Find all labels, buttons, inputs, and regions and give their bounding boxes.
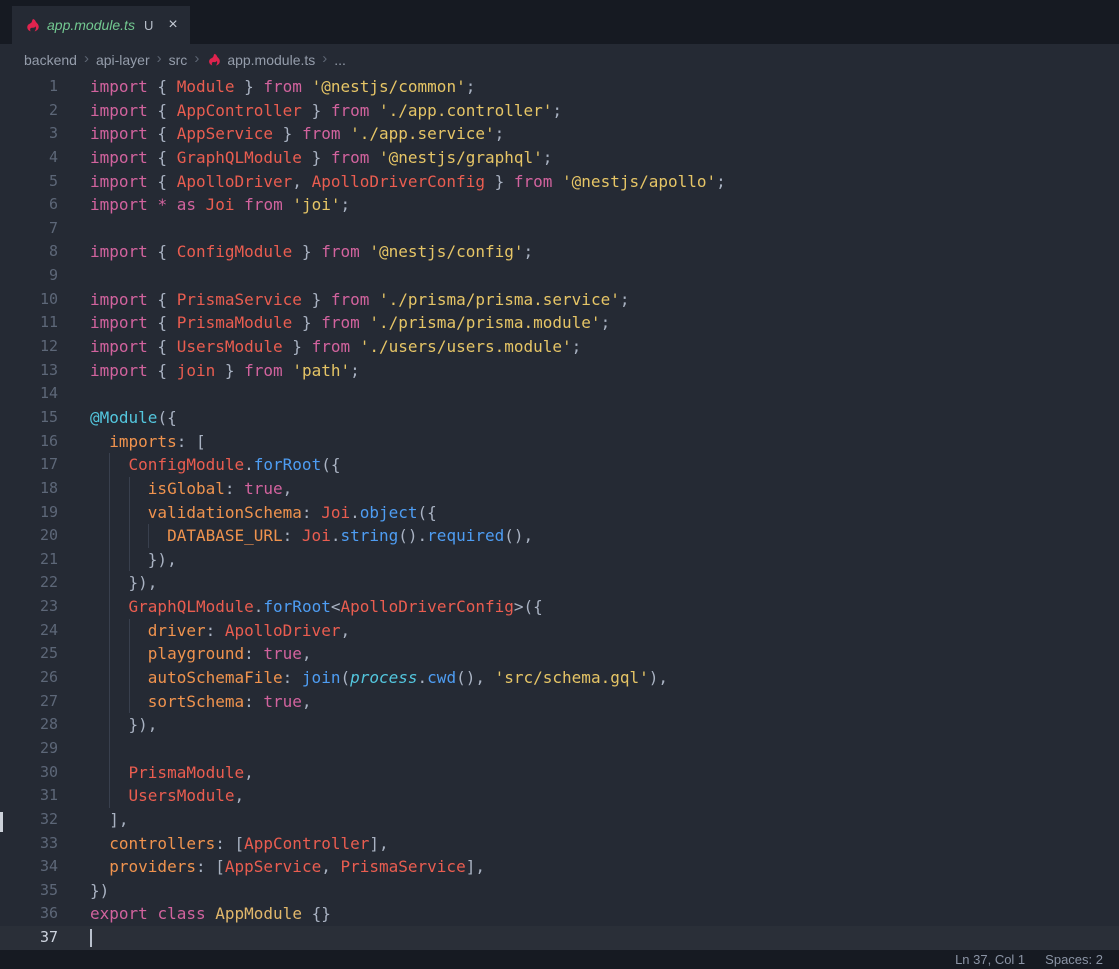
code-line[interactable]: 34 providers: [AppService, PrismaService]…	[0, 855, 1119, 879]
code-line[interactable]: 14	[0, 382, 1119, 406]
breadcrumb-item-src[interactable]: src	[169, 52, 188, 68]
vscode-editor: app.module.ts U × backend › api-layer › src ›…	[0, 0, 1119, 969]
breadcrumb-item-app-module-ts[interactable]: app.module.ts	[206, 52, 315, 68]
line-number[interactable]: 12	[0, 335, 58, 359]
line-number[interactable]: 10	[0, 288, 58, 312]
breadcrumb-separator: ›	[156, 50, 162, 67]
code-line[interactable]: 26 autoSchemaFile: join(process.cwd(), 's…	[0, 666, 1119, 690]
text-cursor	[90, 929, 92, 948]
code-line[interactable]: 19 validationSchema: Joi.object({	[0, 501, 1119, 525]
line-number[interactable]: 34	[0, 855, 58, 879]
line-number[interactable]: 26	[0, 666, 58, 690]
line-number[interactable]: 21	[0, 548, 58, 572]
code-line[interactable]: 7	[0, 217, 1119, 241]
line-number[interactable]: 25	[0, 642, 58, 666]
breadcrumb-separator: ›	[194, 50, 200, 67]
line-number[interactable]: 36	[0, 902, 58, 926]
code-line[interactable]: 22}),	[0, 571, 1119, 595]
code-line[interactable]: 36 export class AppModule {}	[0, 902, 1119, 926]
breadcrumb: backend › api-layer › src › app.module.ts ›...	[0, 44, 1119, 75]
line-number[interactable]: 13	[0, 359, 58, 383]
code-line[interactable]: 20 DATABASE_URL: Joi.string().required(),	[0, 524, 1119, 548]
line-number[interactable]: 1	[0, 75, 58, 99]
line-number[interactable]: 5	[0, 170, 58, 194]
code-line[interactable]: 18 isGlobal: true,	[0, 477, 1119, 501]
code-line[interactable]: 5 import { ApolloDriver, ApolloDriverConf…	[0, 170, 1119, 194]
git-status-badge: U	[143, 17, 154, 33]
code-line[interactable]: 21}),	[0, 548, 1119, 572]
line-number[interactable]: 4	[0, 146, 58, 170]
close-icon[interactable]: ×	[168, 17, 177, 33]
line-number[interactable]: 11	[0, 311, 58, 335]
code-line[interactable]: 8 import { ConfigModule } from '@nestjs/c…	[0, 240, 1119, 264]
line-number[interactable]: 8	[0, 240, 58, 264]
code-line[interactable]: 6 import * as Joi from 'joi';	[0, 193, 1119, 217]
breadcrumb-separator: ›	[83, 50, 89, 67]
breadcrumb-separator: ›	[322, 50, 328, 67]
code-line[interactable]: 17 ConfigModule.forRoot({	[0, 453, 1119, 477]
code-line[interactable]: 12 import { UsersModule } from './users/u…	[0, 335, 1119, 359]
code-line[interactable]: 23 GraphQLModule.forRoot<ApolloDriverConf…	[0, 595, 1119, 619]
code-line[interactable]: 37	[0, 926, 1119, 950]
line-number[interactable]: 2	[0, 99, 58, 123]
code-line[interactable]: 11 import { PrismaModule } from './prisma…	[0, 311, 1119, 335]
line-number[interactable]: 9	[0, 264, 58, 288]
line-number[interactable]: 28	[0, 713, 58, 737]
line-number[interactable]: 35	[0, 879, 58, 903]
indentation-setting[interactable]: Spaces: 2	[1045, 952, 1103, 967]
line-number[interactable]: 14	[0, 382, 58, 406]
code-line[interactable]: 9	[0, 264, 1119, 288]
line-number[interactable]: 6	[0, 193, 58, 217]
code-line[interactable]: 13 import { join } from 'path';	[0, 359, 1119, 383]
line-number[interactable]: 31	[0, 784, 58, 808]
line-number[interactable]: 33	[0, 832, 58, 856]
line-number[interactable]: 19	[0, 501, 58, 525]
status-bar: Ln 37, Col 1 Spaces: 2	[0, 950, 1119, 969]
line-number[interactable]: 3	[0, 122, 58, 146]
code-line[interactable]: 31 UsersModule,	[0, 784, 1119, 808]
line-number[interactable]: 18	[0, 477, 58, 501]
code-line[interactable]: 27 sortSchema: true,	[0, 690, 1119, 714]
line-number[interactable]: 37	[0, 926, 58, 950]
code-line[interactable]: 3 import { AppService } from './app.servi…	[0, 122, 1119, 146]
code-line[interactable]: 1 import { Module } from '@nestjs/common'…	[0, 75, 1119, 99]
code-editor[interactable]: 1 import { Module } from '@nestjs/common'…	[0, 75, 1119, 950]
line-number[interactable]: 22	[0, 571, 58, 595]
code-line[interactable]: 4 import { GraphQLModule } from '@nestjs/…	[0, 146, 1119, 170]
code-line[interactable]: 2 import { AppController } from './app.co…	[0, 99, 1119, 123]
line-number[interactable]: 20	[0, 524, 58, 548]
line-number[interactable]: 23	[0, 595, 58, 619]
line-number[interactable]: 30	[0, 761, 58, 785]
tab-label: app.module.ts	[47, 17, 135, 33]
breadcrumb-item-[interactable]: ...	[334, 52, 346, 68]
breadcrumb-item-api-layer[interactable]: api-layer	[96, 52, 150, 68]
code-line[interactable]: 16 imports: [	[0, 430, 1119, 454]
nestjs-icon	[206, 52, 222, 68]
line-number[interactable]: 17	[0, 453, 58, 477]
line-number[interactable]: 7	[0, 217, 58, 241]
line-number[interactable]: 24	[0, 619, 58, 643]
code-line[interactable]: 28}),	[0, 713, 1119, 737]
nestjs-icon	[24, 17, 40, 33]
code-line[interactable]: 24 driver: ApolloDriver,	[0, 619, 1119, 643]
tab-bar: app.module.ts U ×	[0, 0, 1119, 44]
code-line[interactable]: 25 playground: true,	[0, 642, 1119, 666]
breadcrumb-item-backend[interactable]: backend	[24, 52, 77, 68]
tab-app-module-ts[interactable]: app.module.ts U ×	[12, 6, 190, 44]
line-number[interactable]: 16	[0, 430, 58, 454]
line-number[interactable]: 32	[0, 808, 58, 832]
code-line[interactable]: 33 controllers: [AppController],	[0, 832, 1119, 856]
code-line[interactable]: 15 @Module({	[0, 406, 1119, 430]
code-line[interactable]: 30 PrismaModule,	[0, 761, 1119, 785]
line-number[interactable]: 27	[0, 690, 58, 714]
line-number[interactable]: 15	[0, 406, 58, 430]
cursor-position[interactable]: Ln 37, Col 1	[955, 952, 1025, 967]
code-line[interactable]: 32],	[0, 808, 1119, 832]
code-line[interactable]: 29	[0, 737, 1119, 761]
left-edge-marker	[0, 812, 3, 832]
line-number[interactable]: 29	[0, 737, 58, 761]
code-line[interactable]: 35})	[0, 879, 1119, 903]
code-line[interactable]: 10 import { PrismaService } from './prism…	[0, 288, 1119, 312]
